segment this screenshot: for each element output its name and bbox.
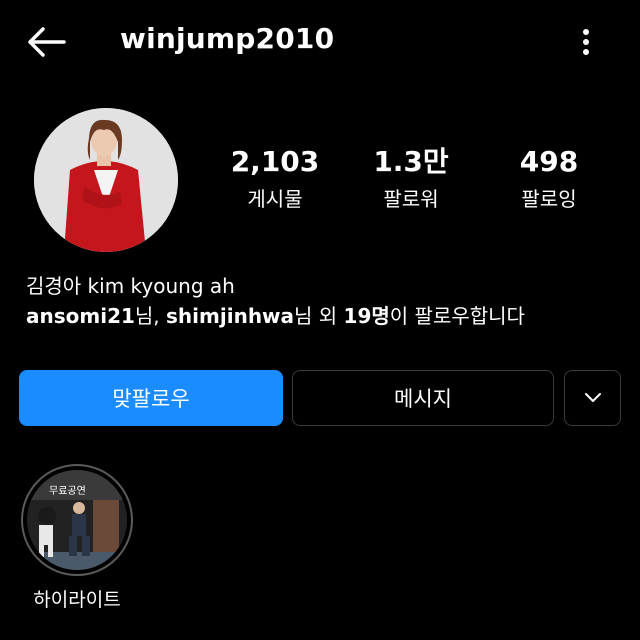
message-button[interactable]: 메시지 bbox=[292, 370, 554, 426]
stat-following-value: 498 bbox=[519, 145, 579, 178]
profile-header: winjump2010 bbox=[0, 0, 640, 84]
story-highlight[interactable]: 무료공연 bbox=[21, 464, 133, 576]
followed-by-suffix: 이 팔로우합니다 bbox=[389, 304, 525, 328]
back-button[interactable] bbox=[22, 22, 70, 62]
highlight-label: 하이라이트 bbox=[33, 589, 121, 611]
suggested-accounts-button[interactable] bbox=[564, 370, 621, 426]
avatar-photo bbox=[34, 108, 178, 252]
stat-following-label: 팔로잉 bbox=[521, 187, 577, 211]
followed-by-text[interactable]: ansomi21님, shimjinhwa님 외 19명이 팔로우합니다 bbox=[26, 302, 525, 330]
stat-followers-value: 1.3만 bbox=[373, 145, 449, 178]
followed-by-count: 19명 bbox=[343, 304, 390, 328]
followed-by-separator-1: 님, bbox=[134, 304, 167, 328]
arrow-left-icon bbox=[28, 27, 66, 57]
stat-followers-label: 팔로워 bbox=[383, 187, 439, 211]
followed-by-separator-2: 님 외 bbox=[294, 304, 344, 328]
chevron-down-icon bbox=[584, 393, 601, 402]
stat-posts-value: 2,103 bbox=[230, 145, 320, 178]
profile-username: winjump2010 bbox=[120, 22, 335, 55]
bio-name: 김경아 kim kyoung ah bbox=[26, 274, 235, 298]
highlight-cover-text: 무료공연 bbox=[49, 486, 86, 497]
follower-username-1[interactable]: ansomi21 bbox=[26, 304, 135, 328]
more-vertical-icon bbox=[583, 29, 589, 55]
follow-back-button[interactable]: 맞팔로우 bbox=[19, 370, 283, 426]
follower-username-2[interactable]: shimjinhwa bbox=[166, 304, 294, 328]
profile-avatar[interactable] bbox=[34, 108, 178, 252]
highlight-cover: 무료공연 bbox=[27, 470, 127, 570]
more-options-button[interactable] bbox=[566, 22, 606, 62]
stat-followers[interactable]: 1.3만 팔로워 bbox=[346, 144, 476, 214]
stat-posts-label: 게시물 bbox=[247, 187, 303, 211]
stat-following[interactable]: 498 팔로잉 bbox=[484, 144, 614, 214]
highlight-ring: 무료공연 bbox=[21, 464, 133, 576]
stat-posts[interactable]: 2,103 게시물 bbox=[210, 144, 340, 214]
